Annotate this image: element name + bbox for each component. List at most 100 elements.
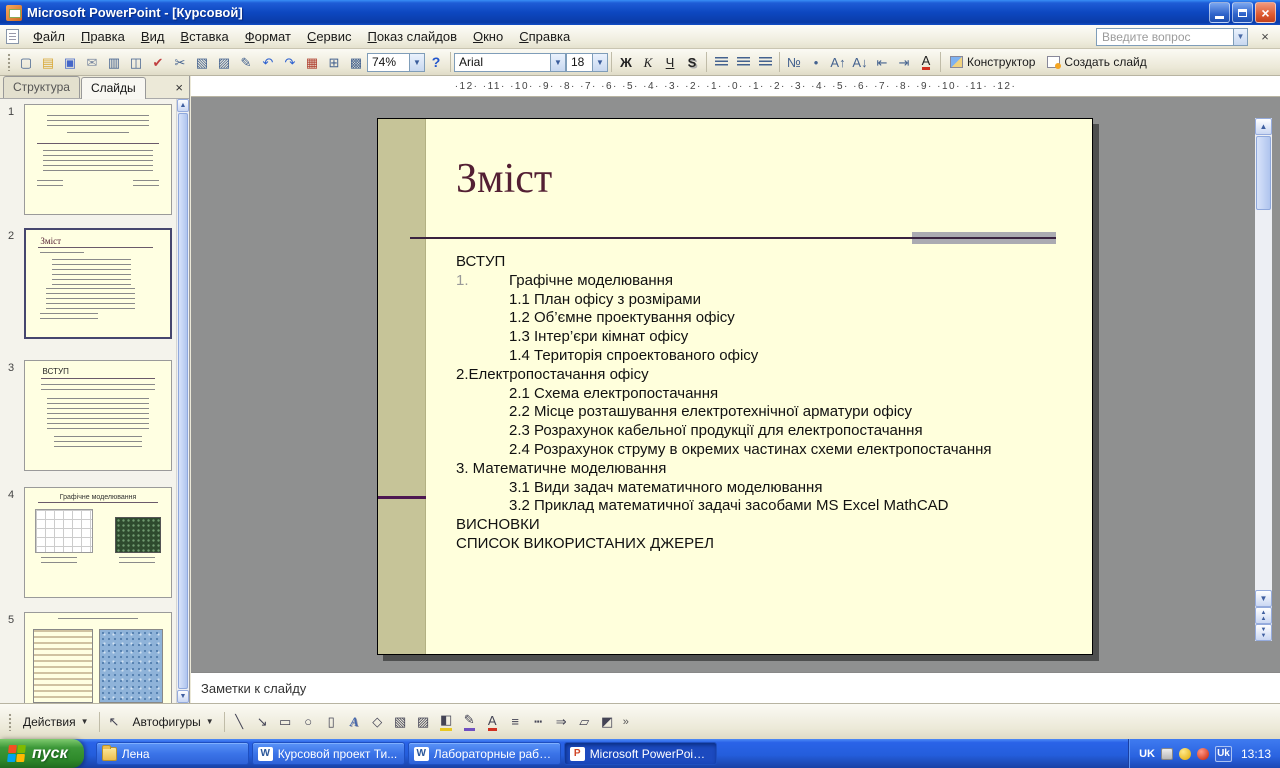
actions-menu-button[interactable]: Действия ▼ xyxy=(16,711,96,733)
restore-button[interactable] xyxy=(1232,2,1253,23)
arrow-style-icon[interactable]: ⇒ xyxy=(550,711,573,733)
font-name-combobox[interactable]: Arial ▼ xyxy=(454,52,566,72)
decrease-indent-button[interactable]: ⇤ xyxy=(871,52,893,73)
chevron-down-icon[interactable]: ▼ xyxy=(550,53,565,71)
line-color-icon[interactable]: ✎ xyxy=(458,711,481,733)
taskbar-button[interactable]: W Лабораторные рабо... xyxy=(407,742,561,765)
taskbar-button[interactable]: P Microsoft PowerPoint ... xyxy=(563,742,717,765)
diagram-icon[interactable]: ◇ xyxy=(366,711,389,733)
scroll-down-icon[interactable]: ▼ xyxy=(177,690,189,703)
new-slide-button[interactable]: Создать слайд xyxy=(1041,51,1152,73)
menu-item[interactable]: Показ слайдов xyxy=(359,25,465,48)
slide-title[interactable]: Зміст xyxy=(456,155,552,203)
design-button[interactable]: Конструктор xyxy=(944,51,1041,73)
menu-item[interactable]: Окно xyxy=(465,25,511,48)
open-icon[interactable]: ▤ xyxy=(37,52,59,73)
slide-thumbnail-5[interactable] xyxy=(24,612,172,703)
insert-table-icon[interactable]: ⊞ xyxy=(323,52,345,73)
help-button[interactable]: ? xyxy=(425,52,447,73)
line-style-icon[interactable]: ≡ xyxy=(504,711,527,733)
autoshapes-menu-button[interactable]: Автофигуры ▼ xyxy=(126,711,221,733)
slide-editor[interactable]: Зміст ВСТУП 1. Графічне моделювання 1.1 П… xyxy=(377,118,1093,655)
next-slide-button[interactable]: ▼ ▼ xyxy=(1255,624,1272,641)
tray-status-icon[interactable] xyxy=(1196,747,1209,760)
slide-thumbnail-2-selected[interactable]: Зміст xyxy=(24,228,172,339)
decrease-font-button[interactable]: А↓ xyxy=(849,52,871,73)
slide-thumbnail-1[interactable] xyxy=(24,104,172,215)
font-size-combobox[interactable]: 18 ▼ xyxy=(566,52,608,72)
menu-item[interactable]: Справка xyxy=(511,25,578,48)
oval-icon[interactable]: ○ xyxy=(297,711,320,733)
copy-icon[interactable]: ▧ xyxy=(191,52,213,73)
keyboard-tray-icon[interactable] xyxy=(1160,747,1173,760)
dash-style-icon[interactable]: ┅ xyxy=(527,711,550,733)
shadow-button[interactable]: S xyxy=(681,52,703,73)
previous-slide-button[interactable]: ▲ ▲ xyxy=(1255,607,1272,624)
undo-icon[interactable]: ↶ xyxy=(257,52,279,73)
zoom-combobox[interactable]: 74% ▼ xyxy=(367,52,425,72)
chevron-down-icon[interactable]: ▼ xyxy=(592,53,607,71)
picture-icon[interactable]: ▨ xyxy=(412,711,435,733)
panel-close-button[interactable]: × xyxy=(175,80,183,95)
format-painter-icon[interactable]: ✎ xyxy=(235,52,257,73)
scrollbar-thumb[interactable] xyxy=(178,113,188,689)
chevron-down-icon[interactable]: ▼ xyxy=(1233,28,1247,45)
menu-item[interactable]: Вставка xyxy=(172,25,236,48)
slide-thumbnail-3[interactable]: ВСТУП xyxy=(24,360,172,471)
scroll-down-icon[interactable]: ▼ xyxy=(1255,590,1272,607)
clipart-icon[interactable]: ▧ xyxy=(389,711,412,733)
wordart-icon[interactable]: A xyxy=(343,711,366,733)
menu-item[interactable]: Сервис xyxy=(299,25,360,48)
scrollbar-track[interactable] xyxy=(1255,211,1272,590)
language-indicator[interactable]: UK xyxy=(1139,748,1155,760)
start-button[interactable]: пуск xyxy=(0,739,84,768)
increase-indent-button[interactable]: ⇥ xyxy=(893,52,915,73)
menu-item[interactable]: Вид xyxy=(133,25,173,48)
align-center-button[interactable] xyxy=(732,52,754,73)
language-badge[interactable]: Uk xyxy=(1214,745,1232,762)
new-icon[interactable]: ▢ xyxy=(15,52,37,73)
tab-outline[interactable]: Структура xyxy=(3,76,80,98)
tab-slides[interactable]: Слайды xyxy=(80,77,146,99)
menu-item[interactable]: Файл xyxy=(25,25,73,48)
align-right-button[interactable] xyxy=(754,52,776,73)
insert-chart-icon[interactable]: ▦ xyxy=(301,52,323,73)
tray-status-icon[interactable] xyxy=(1178,747,1191,760)
fill-color-icon[interactable]: ◧ xyxy=(435,711,458,733)
italic-button[interactable]: К xyxy=(637,52,659,73)
notes-pane[interactable]: Заметки к слайду xyxy=(191,672,1280,703)
cut-icon[interactable]: ✂ xyxy=(169,52,191,73)
print-preview-icon[interactable]: ◫ xyxy=(125,52,147,73)
vertical-scrollbar[interactable]: ▲ ▼ ▲ ▲ ▼ ▼ xyxy=(1255,118,1272,641)
scroll-up-icon[interactable]: ▲ xyxy=(1255,118,1272,135)
font-color-icon[interactable]: А xyxy=(481,711,504,733)
select-objects-button[interactable]: ↖ xyxy=(103,711,126,733)
taskbar-button[interactable]: Лена xyxy=(95,742,249,765)
close-document-button[interactable]: × xyxy=(1256,29,1274,44)
underline-button[interactable]: Ч xyxy=(659,52,681,73)
save-icon[interactable]: ▣ xyxy=(59,52,81,73)
rectangle-icon[interactable]: ▭ xyxy=(274,711,297,733)
toolbar-grip[interactable] xyxy=(7,53,11,71)
taskbar-button[interactable]: W Курсовой проект Ти... xyxy=(251,742,405,765)
3d-style-icon[interactable]: ◩ xyxy=(596,711,619,733)
increase-font-button[interactable]: А↑ xyxy=(827,52,849,73)
line-icon[interactable]: ╲ xyxy=(228,711,251,733)
align-left-button[interactable] xyxy=(710,52,732,73)
menu-item[interactable]: Правка xyxy=(73,25,133,48)
bold-button[interactable]: Ж xyxy=(615,52,637,73)
font-color-button[interactable]: А xyxy=(915,52,937,73)
menu-item[interactable]: Формат xyxy=(237,25,299,48)
numbered-list-button[interactable]: № xyxy=(783,52,805,73)
close-button[interactable]: × xyxy=(1255,2,1276,23)
email-icon[interactable]: ✉ xyxy=(81,52,103,73)
toolbar-grip[interactable] xyxy=(8,712,12,731)
redo-icon[interactable]: ↷ xyxy=(279,52,301,73)
show-grid-icon[interactable]: ▩ xyxy=(345,52,367,73)
paste-icon[interactable]: ▨ xyxy=(213,52,235,73)
chevron-down-icon[interactable]: ▼ xyxy=(409,53,424,71)
slide-thumbnail-4[interactable]: Графічне моделювання xyxy=(24,487,172,598)
minimize-button[interactable] xyxy=(1209,2,1230,23)
toolbar-options-button[interactable]: » xyxy=(623,716,629,728)
print-icon[interactable]: ▥ xyxy=(103,52,125,73)
